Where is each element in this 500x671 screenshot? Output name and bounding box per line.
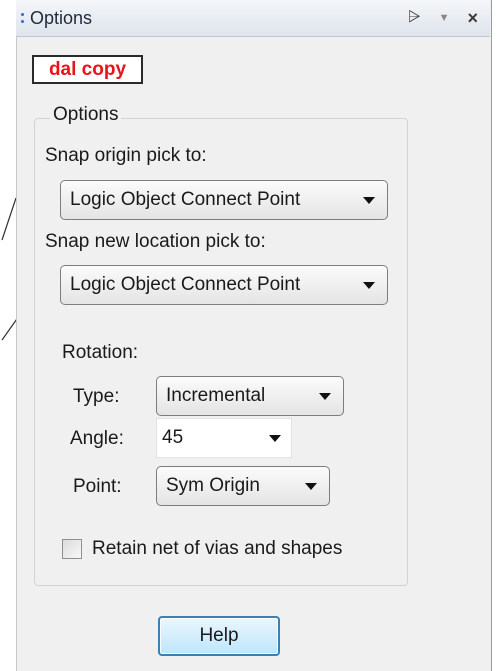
rotation-angle-value: 45 (162, 427, 184, 448)
pin-icon[interactable]: ⩥ (408, 9, 421, 27)
retain-net-checkbox[interactable] (62, 539, 82, 559)
snap-origin-select[interactable]: Logic Object Connect Point (60, 180, 388, 220)
options-group-legend: Options (50, 104, 122, 126)
panel-title: Options (30, 7, 93, 28)
chevron-down-icon (363, 281, 375, 289)
close-icon[interactable]: × (467, 8, 478, 29)
dropdown-icon[interactable]: ▼ (439, 12, 450, 24)
snap-new-label: Snap new location pick to: (45, 231, 266, 252)
chevron-down-icon (305, 482, 317, 490)
rotation-angle-label: Angle: (70, 428, 124, 449)
snap-new-select[interactable]: Logic Object Connect Point (60, 265, 388, 305)
dal-copy-tag: dal copy (32, 55, 143, 84)
retain-net-label[interactable]: Retain net of vias and shapes (92, 538, 342, 560)
chevron-down-icon (269, 434, 281, 442)
snap-new-value: Logic Object Connect Point (70, 274, 301, 295)
rotation-angle-select[interactable]: 45 (156, 418, 292, 458)
rotation-type-select[interactable]: Incremental (156, 376, 344, 416)
chevron-down-icon (363, 196, 375, 204)
rotation-type-label: Type: (73, 386, 120, 407)
rotation-point-label: Point: (73, 476, 122, 497)
snap-origin-label: Snap origin pick to: (45, 145, 207, 166)
snap-origin-value: Logic Object Connect Point (70, 189, 301, 210)
chevron-down-icon (319, 392, 331, 400)
rotation-point-value: Sym Origin (166, 475, 260, 496)
rotation-heading: Rotation: (62, 342, 139, 363)
rotation-point-select[interactable]: Sym Origin (156, 466, 330, 506)
rotation-type-value: Incremental (166, 385, 266, 406)
grip-icon[interactable] (20, 9, 25, 27)
help-button[interactable]: Help (158, 616, 280, 656)
panel-titlebar[interactable]: Options ⩥ ▼ × (16, 0, 490, 37)
leader-line-1 (1, 197, 17, 241)
